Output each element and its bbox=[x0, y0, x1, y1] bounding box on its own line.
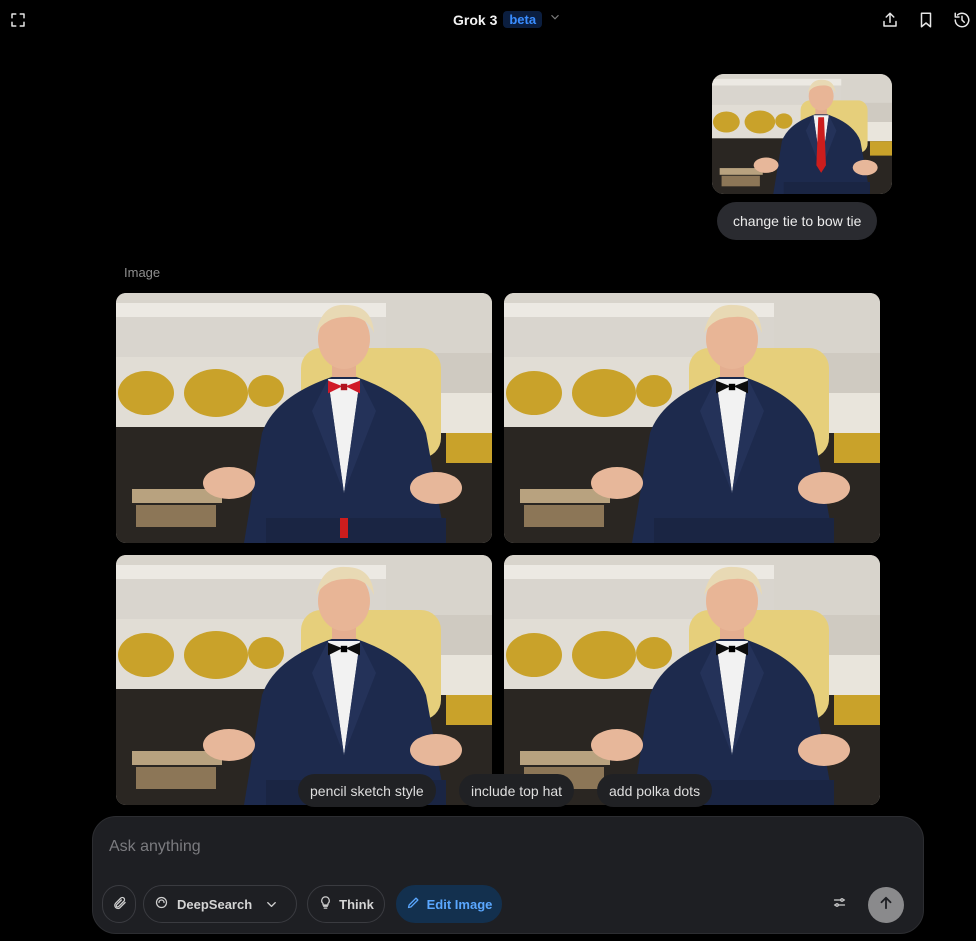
deepsearch-icon bbox=[154, 895, 169, 913]
generated-image-1[interactable] bbox=[116, 293, 492, 543]
beta-badge: beta bbox=[503, 11, 543, 28]
edit-image-label: Edit Image bbox=[426, 896, 493, 912]
paperclip-icon bbox=[112, 895, 127, 913]
attach-button[interactable] bbox=[102, 885, 136, 923]
generated-image-3[interactable] bbox=[116, 555, 492, 805]
top-bar: Grok 3 beta bbox=[0, 0, 976, 40]
arrow-up-icon bbox=[877, 894, 895, 917]
sliders-icon bbox=[832, 895, 847, 913]
suggestion-chip[interactable]: add polka dots bbox=[597, 774, 713, 807]
settings-button[interactable] bbox=[821, 885, 857, 923]
chevron-down-icon bbox=[548, 10, 562, 29]
history-icon[interactable] bbox=[950, 8, 974, 32]
model-title: Grok 3 bbox=[453, 11, 498, 28]
lightbulb-icon bbox=[318, 895, 333, 913]
expand-icon[interactable] bbox=[6, 8, 30, 32]
pencil-icon bbox=[406, 895, 421, 913]
suggestion-chip[interactable]: include top hat bbox=[459, 774, 575, 807]
user-uploaded-image[interactable] bbox=[712, 74, 892, 194]
generated-image-2[interactable] bbox=[504, 293, 880, 543]
model-selector[interactable]: Grok 3 beta bbox=[453, 10, 562, 29]
chat-page: Grok 3 beta change tie to bow tie Image … bbox=[0, 0, 976, 941]
bookmark-icon[interactable] bbox=[914, 8, 938, 32]
composer: DeepSearch Think Edit Image bbox=[92, 816, 924, 934]
share-icon[interactable] bbox=[878, 8, 902, 32]
think-button[interactable]: Think bbox=[307, 885, 385, 923]
deepsearch-button[interactable]: DeepSearch bbox=[143, 885, 297, 923]
suggestion-chip[interactable]: pencil sketch style bbox=[298, 774, 436, 807]
chevron-down-icon[interactable] bbox=[260, 897, 279, 912]
think-label: Think bbox=[339, 896, 374, 912]
message-input[interactable] bbox=[109, 835, 889, 859]
edit-image-button[interactable]: Edit Image bbox=[396, 885, 502, 923]
generated-image-4[interactable] bbox=[504, 555, 880, 805]
deepsearch-label: DeepSearch bbox=[177, 896, 253, 912]
send-button[interactable] bbox=[868, 887, 904, 923]
image-section-label: Image bbox=[124, 265, 161, 280]
user-message-bubble: change tie to bow tie bbox=[717, 202, 878, 240]
